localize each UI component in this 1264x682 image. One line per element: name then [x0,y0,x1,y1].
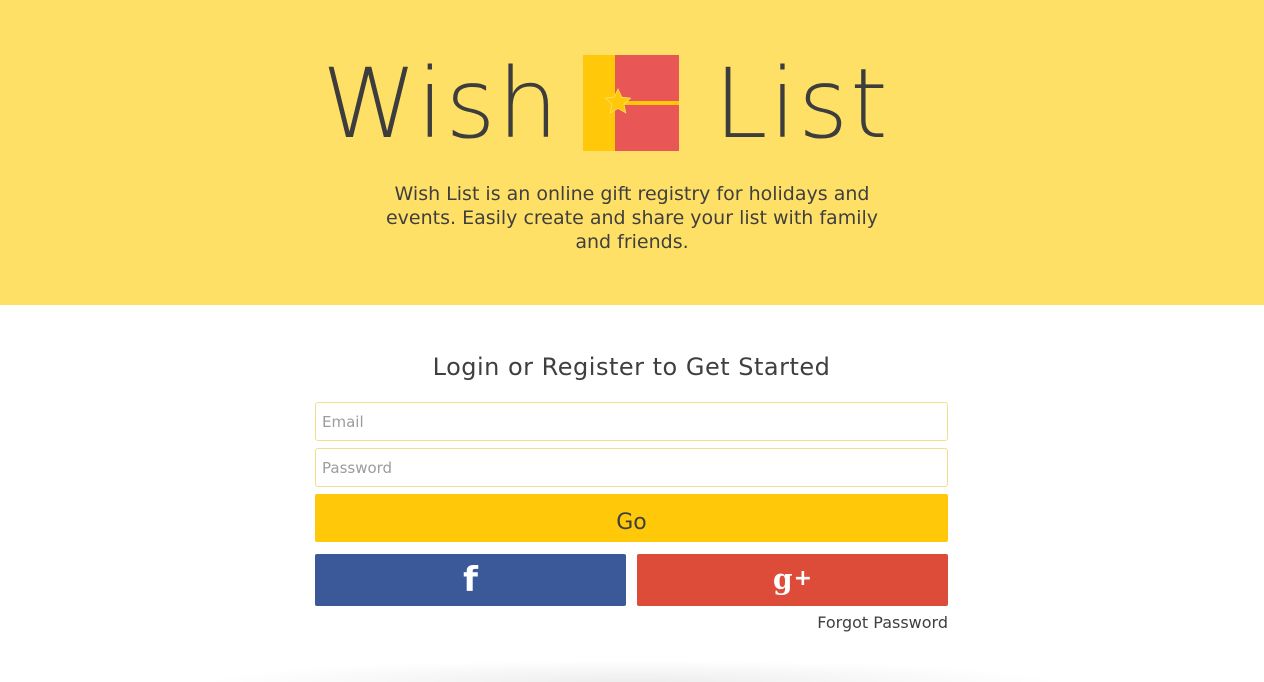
facebook-login-button[interactable]: f [315,554,626,606]
google-plus-icon-g: g [772,563,793,596]
google-plus-icon-plus: + [793,566,812,591]
password-input[interactable] [315,448,948,487]
hero-banner: Wish List Wish List is an online gift re… [0,0,1264,305]
google-plus-login-button[interactable]: g+ [637,554,948,606]
login-heading: Login or Register to Get Started [432,353,831,381]
tagline: Wish List is an online gift registry for… [385,183,879,253]
footer-shadow [200,660,1064,682]
email-input[interactable] [315,402,948,441]
facebook-icon: f [463,560,478,600]
google-plus-icon: g+ [773,566,812,594]
go-button[interactable]: Go [315,494,948,542]
logo-text-list: List [714,48,890,160]
gift-box-icon [583,55,679,151]
logo-text-wish: Wish [322,48,561,160]
forgot-password-link[interactable]: Forgot Password [748,612,948,634]
